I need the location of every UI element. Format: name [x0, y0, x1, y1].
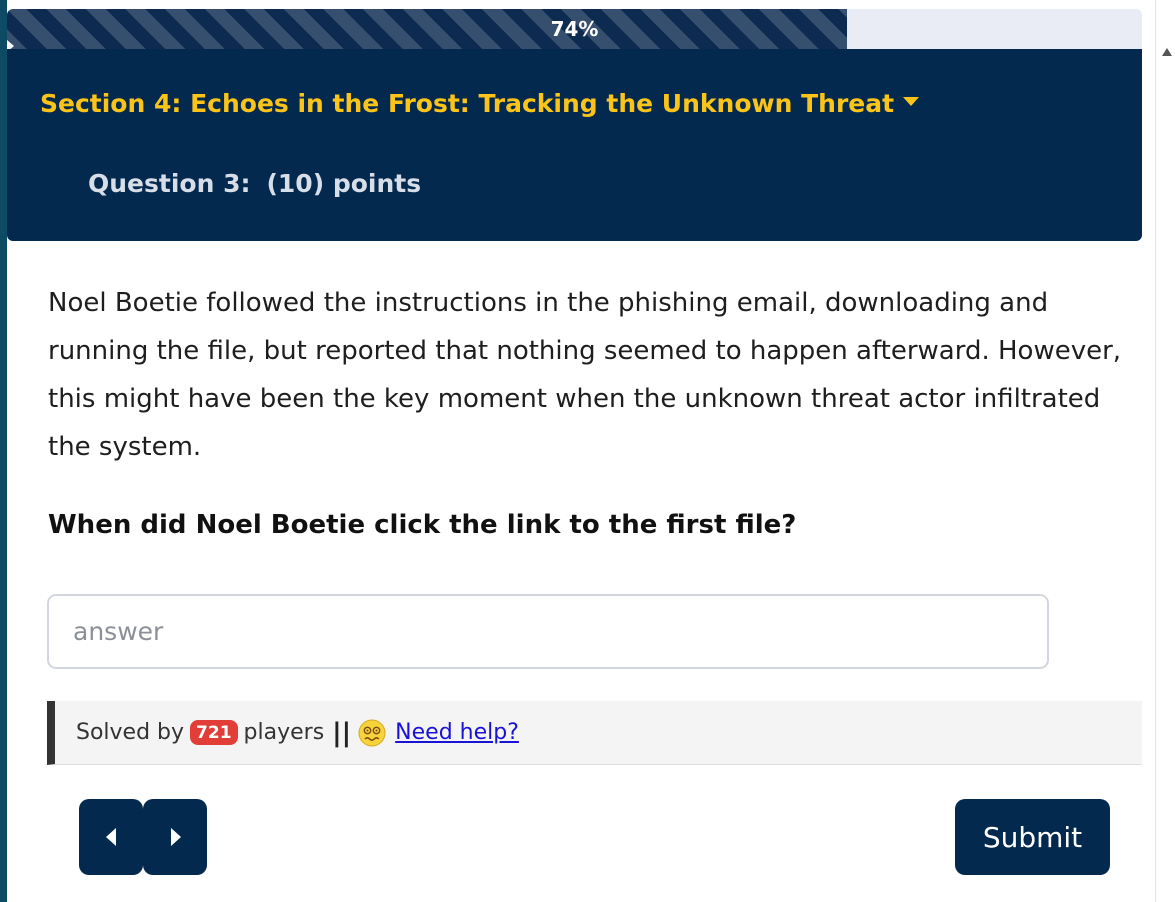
separator: || [332, 717, 352, 748]
next-button[interactable] [143, 799, 207, 875]
question-title: Question 3: (10) points [88, 169, 421, 198]
question-body: Noel Boetie followed the instructions in… [48, 288, 1122, 462]
caret-down-icon [903, 97, 920, 106]
solved-prefix: Solved by [76, 720, 185, 745]
question-prompt: When did Noel Boetie click the link to t… [48, 510, 797, 540]
previous-button[interactable] [79, 799, 143, 875]
scroll-up-arrow-icon[interactable] [1162, 48, 1172, 56]
section-title: Section 4: Echoes in the Frost: Tracking… [40, 89, 895, 118]
solved-count-badge: 721 [190, 720, 238, 745]
scrollbar[interactable] [1142, 0, 1175, 902]
solved-suffix: players [243, 720, 325, 745]
question-number: Question 3: [88, 169, 251, 198]
section-dropdown[interactable]: Section 4: Echoes in the Frost: Tracking… [40, 89, 920, 118]
left-edge-strip [0, 0, 7, 902]
triangle-left-icon [106, 828, 116, 846]
progress-label: 74% [550, 17, 599, 41]
woozy-face-icon [358, 719, 386, 746]
question-header: Section 4: Echoes in the Frost: Tracking… [7, 49, 1142, 241]
question-points: (10) points [266, 169, 422, 198]
submit-label: Submit [982, 820, 1083, 854]
triangle-right-icon [171, 828, 181, 846]
need-help-label: Need help? [395, 720, 519, 745]
progress-bar: 74% [7, 9, 1142, 49]
solved-bar: Solved by 721 players || Need help? [47, 701, 1142, 765]
answer-input[interactable] [47, 594, 1049, 669]
need-help-link[interactable]: Need help? [357, 718, 519, 748]
submit-button[interactable]: Submit [955, 799, 1110, 875]
